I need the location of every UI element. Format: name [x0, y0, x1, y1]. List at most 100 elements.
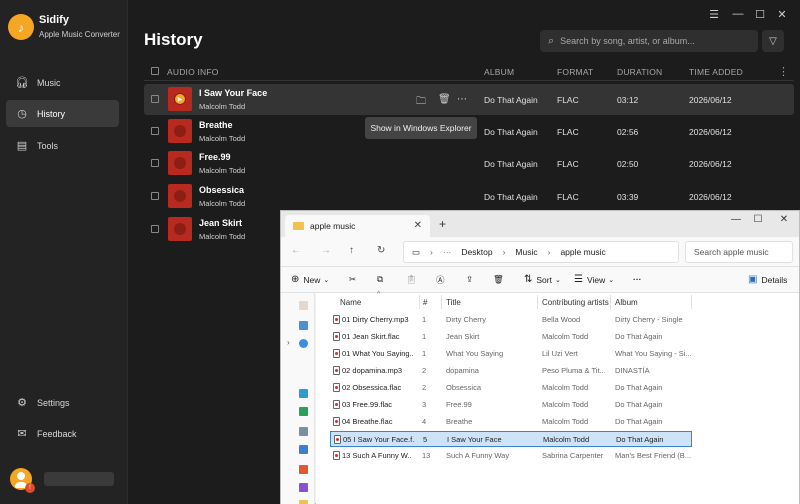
file-name: 04 Breathe.flac — [342, 417, 393, 426]
column-number[interactable]: # — [423, 298, 427, 307]
sidebar-item-tools[interactable]: ▤ Tools — [6, 132, 119, 159]
list-item[interactable]: 01 What You Saying... 1 What You Saying … — [330, 346, 692, 362]
list-item[interactable]: 03 Free.99.flac 3 Free.99 Malcolm Todd D… — [330, 397, 692, 413]
file-album: Do That Again — [615, 332, 663, 341]
breadcrumb-item[interactable]: apple music — [560, 247, 605, 257]
copy-icon[interactable]: ⧉ — [377, 274, 383, 285]
play-icon[interactable]: ▶ — [175, 94, 185, 104]
table-row[interactable]: Obsessica Malcolm Todd Do That Again FLA… — [144, 181, 794, 212]
music-icon[interactable] — [299, 465, 308, 474]
more-options-icon[interactable]: ⋮ — [778, 65, 789, 78]
row-checkbox[interactable] — [151, 95, 159, 103]
expand-chevron-icon[interactable]: › — [287, 338, 290, 347]
list-item[interactable]: 01 Dirty Cherry.mp3 1 Dirty Cherry Bella… — [330, 312, 692, 328]
forward-icon[interactable]: → — [321, 245, 331, 256]
column-album[interactable]: Album — [615, 298, 638, 307]
audio-file-icon — [333, 451, 340, 460]
track-format: FLAC — [557, 95, 579, 105]
sidebar-item-feedback[interactable]: ✉ Feedback — [6, 420, 119, 447]
new-button[interactable]: ⊕ New ⌄ — [291, 274, 329, 285]
up-icon[interactable]: ↑ — [349, 245, 354, 256]
row-checkbox[interactable] — [151, 159, 159, 167]
column-contributing-artists[interactable]: Contributing artists — [542, 298, 609, 307]
gallery-icon[interactable] — [299, 321, 308, 330]
folder-icon[interactable]: 🗀 — [416, 94, 426, 111]
breadcrumb-item[interactable]: Music — [515, 247, 537, 257]
breadcrumb-item[interactable]: Desktop — [461, 247, 492, 257]
app-logo-icon: ♪ — [8, 14, 34, 40]
file-number: 1 — [422, 315, 427, 324]
list-item[interactable]: 02 Obsessica.flac 2 Obsessica Malcolm To… — [330, 380, 692, 396]
row-checkbox[interactable] — [151, 127, 159, 135]
menu-icon[interactable]: ☰ — [706, 8, 722, 21]
column-duration[interactable]: DURATION — [617, 67, 662, 77]
more-icon[interactable]: ··· — [633, 274, 642, 284]
select-all-checkbox[interactable] — [151, 67, 159, 75]
table-row[interactable]: ▶ I Saw Your Face Malcolm Todd 🗀 🗑︎ ⋯ Do… — [144, 84, 794, 115]
refresh-icon[interactable]: ↻ — [377, 245, 385, 256]
list-item[interactable]: 02 dopamina.mp3 2 dopamina Peso Pluma & … — [330, 363, 692, 379]
sort-button[interactable]: ⇅ Sort ⌄ — [524, 274, 561, 285]
explorer-search[interactable] — [685, 241, 793, 263]
share-icon[interactable]: ⇪ — [466, 274, 473, 285]
search-input[interactable] — [560, 36, 751, 46]
list-item-selected[interactable]: 05 I Saw Your Face.f... 5 I Saw Your Fac… — [330, 431, 692, 447]
table-row[interactable]: Free.99 Malcolm Todd Do That Again FLAC … — [144, 148, 794, 179]
details-button[interactable]: ▣ Details — [748, 274, 787, 285]
sidebar-item-history[interactable]: ◷ History — [6, 100, 119, 127]
documents-icon[interactable] — [299, 427, 308, 436]
desktop-icon[interactable] — [299, 389, 308, 398]
folder-icon[interactable] — [299, 500, 308, 504]
track-title: Obsessica — [199, 185, 245, 195]
column-album[interactable]: ALBUM — [484, 67, 514, 77]
minimize-icon[interactable]: — — [729, 214, 743, 225]
file-name: 03 Free.99.flac — [342, 400, 393, 409]
column-time-added[interactable]: TIME ADDED — [689, 67, 743, 77]
avatar: ! — [10, 468, 35, 493]
track-duration: 03:12 — [617, 95, 639, 105]
paste-icon[interactable]: 📋︎ — [406, 274, 417, 285]
back-icon[interactable]: ← — [291, 245, 301, 256]
explorer-navigation-pane: › — [281, 293, 315, 504]
search-icon: ⌕ — [548, 34, 555, 47]
search-box[interactable]: ⌕ — [540, 30, 758, 52]
sidebar-item-settings[interactable]: ⚙ Settings — [6, 389, 119, 416]
row-checkbox[interactable] — [151, 225, 159, 233]
delete-icon[interactable]: 🗑︎ — [438, 94, 451, 105]
list-item[interactable]: 13 Such A Funny W... 13 Such A Funny Way… — [330, 448, 692, 464]
explorer-tab[interactable]: apple music ✕ — [285, 215, 430, 237]
delete-icon[interactable]: 🗑︎ — [493, 274, 504, 285]
rename-icon[interactable]: Ⓐ — [436, 274, 445, 286]
minimize-icon[interactable]: — — [730, 8, 746, 20]
close-icon[interactable]: ✕ — [774, 8, 790, 21]
downloads-icon[interactable] — [299, 407, 308, 416]
breadcrumb[interactable]: ▭ › ··· Desktop › Music › apple music — [403, 241, 679, 263]
maximize-icon[interactable]: ☐ — [752, 8, 768, 21]
pictures-icon[interactable] — [299, 445, 308, 454]
new-tab-icon[interactable]: + — [439, 217, 446, 231]
column-format[interactable]: FORMAT — [557, 67, 593, 77]
column-audio-info[interactable]: AUDIO INFO — [167, 67, 219, 77]
audio-file-icon — [333, 366, 340, 375]
close-tab-icon[interactable]: ✕ — [414, 220, 422, 231]
maximize-icon[interactable]: ☐ — [751, 214, 765, 225]
filter-button[interactable]: ▽ — [762, 30, 784, 52]
more-icon[interactable]: ⋯ — [457, 94, 467, 105]
cut-icon[interactable]: ✂ — [349, 274, 356, 285]
home-icon[interactable] — [299, 301, 308, 310]
view-button[interactable]: ☰ View ⌄ — [574, 274, 614, 285]
track-artist: Malcolm Todd — [199, 232, 246, 241]
column-title[interactable]: Title — [446, 298, 461, 307]
user-profile[interactable]: ! — [10, 468, 114, 493]
track-title: I Saw Your Face — [199, 88, 268, 98]
videos-icon[interactable] — [299, 483, 308, 492]
cloud-icon[interactable] — [299, 339, 308, 348]
column-name[interactable]: Name — [340, 298, 361, 307]
row-checkbox[interactable] — [151, 192, 159, 200]
close-icon[interactable]: ✕ — [777, 214, 791, 225]
track-format: FLAC — [557, 127, 579, 137]
explorer-search-input[interactable] — [694, 247, 790, 257]
sidebar-item-music[interactable]: 🎧︎ Music — [6, 69, 119, 96]
list-item[interactable]: 04 Breathe.flac 4 Breathe Malcolm Todd D… — [330, 414, 692, 430]
list-item[interactable]: 01 Jean Skirt.flac 1 Jean Skirt Malcolm … — [330, 329, 692, 345]
